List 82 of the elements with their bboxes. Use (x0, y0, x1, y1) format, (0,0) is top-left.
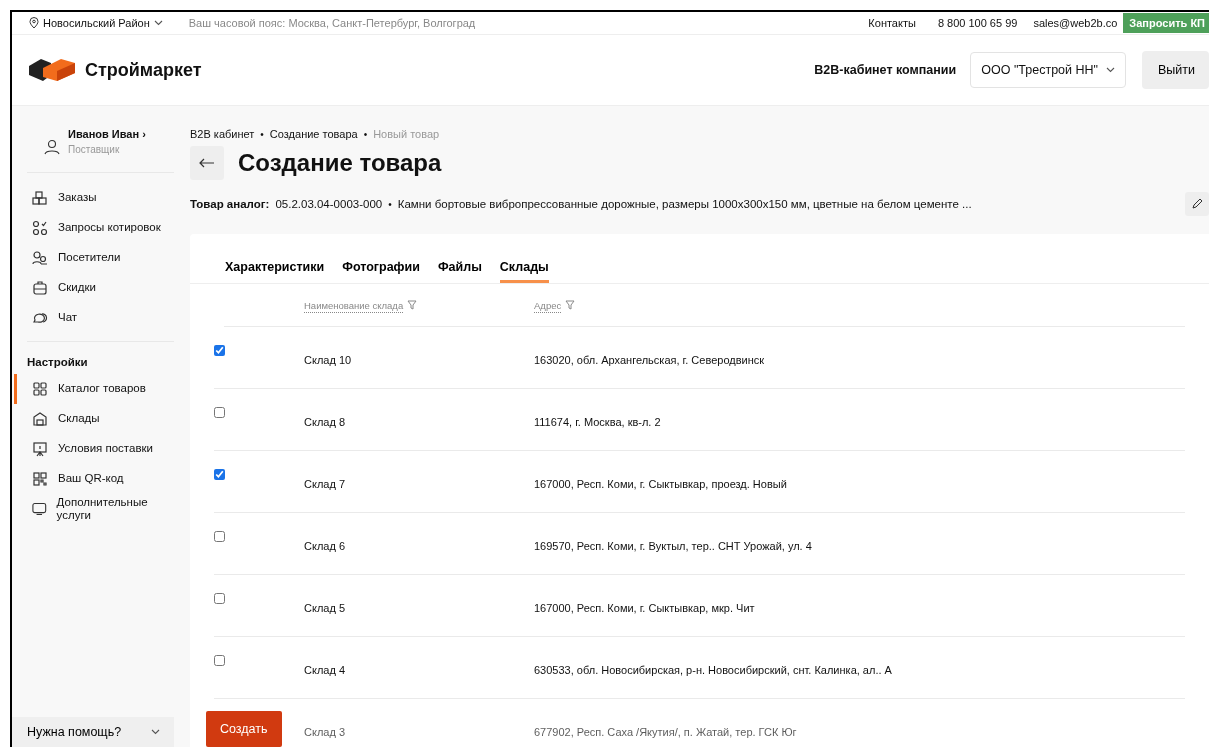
contacts-link[interactable]: Контакты (868, 17, 916, 29)
analog-name: Камни бортовые вибропрессованные дорожные, размеры 1000х300х150 мм, цветные на белом цементе ... (397, 198, 972, 210)
column-header[interactable]: Наименование склада (304, 299, 534, 311)
row-checkbox[interactable] (214, 593, 225, 604)
back-button[interactable] (190, 146, 224, 180)
sidebar-item[interactable]: Склады (14, 404, 174, 434)
filter-icon (407, 300, 418, 310)
warehouse-address: 167000, Респ. Коми, г. Сыктывкар, мкр. Чит (534, 600, 756, 614)
warehouse-name: Склад 6 (304, 538, 346, 552)
pencil-icon (1191, 198, 1203, 210)
settings-heading: Настройки (26, 355, 89, 370)
sidebar-item[interactable]: Дополнительные услуги (14, 494, 174, 524)
row-checkbox[interactable] (214, 469, 225, 480)
company-select[interactable]: ООО "Трестрой НН" (970, 52, 1126, 88)
warehouse-icon (32, 411, 48, 427)
sidebar-item[interactable]: Заказы (14, 183, 174, 213)
warehouse-name: Склад 4 (304, 662, 346, 676)
sidebar-item[interactable]: Посетители (14, 243, 174, 273)
separator-dot: • (388, 198, 392, 210)
warehouse-address: 630533, обл. Новосибирская, р-н. Новосибирский, снт. Калинка, ал.. А (534, 662, 893, 676)
tab[interactable]: Характеристики (225, 260, 325, 283)
user-name[interactable]: Иванов Иван › (68, 128, 146, 140)
sidebar-item[interactable]: Чат (14, 303, 174, 333)
warehouse-address: 111674, г. Москва, кв-л. 2 (534, 414, 662, 428)
sidebar-item[interactable]: Скидки (14, 273, 174, 303)
people-icon (32, 250, 48, 266)
chevron-down-icon (151, 729, 160, 735)
breadcrumb-link[interactable]: Создание товара (269, 128, 358, 140)
row-checkbox[interactable] (214, 531, 225, 542)
monitor-icon (32, 501, 47, 517)
warehouse-address: 163020, обл. Архангельская, г. Северодвинск (534, 352, 766, 366)
grid-icon (32, 381, 48, 397)
warehouse-name: Склад 3 (304, 724, 346, 738)
page-title: Создание товара (238, 149, 442, 177)
phone-number: 8 800 100 65 99 (937, 17, 1018, 29)
region-name: Новосильский Район (43, 17, 150, 29)
filter-icon (565, 300, 576, 310)
chat-icon (32, 310, 48, 326)
analog-code: 05.2.03.04-0003-000 (275, 198, 383, 210)
logout-button[interactable]: Выйти (1142, 51, 1209, 89)
column-header[interactable]: Адрес (534, 299, 1185, 311)
warehouse-name: Склад 5 (304, 600, 346, 614)
warehouse-name: Склад 10 (304, 352, 353, 366)
qr-code-icon (32, 471, 48, 487)
circles-check-icon (32, 220, 48, 236)
help-dropdown[interactable]: Нужна помощь? (12, 717, 174, 747)
sidebar-item[interactable]: Каталог товаров (14, 374, 174, 404)
create-button[interactable]: Создать (206, 711, 282, 747)
back-arrow-icon (199, 158, 215, 168)
timezone-text: Ваш часовой пояс: Москва, Санкт-Петербург, Волгоград (188, 17, 476, 29)
analog-label: Товар аналог: (190, 198, 270, 210)
row-checkbox[interactable] (214, 407, 225, 418)
breadcrumb-separator: • (363, 128, 368, 140)
tab[interactable]: Фотографии (342, 260, 420, 283)
row-checkbox[interactable] (214, 655, 225, 666)
row-checkbox[interactable] (214, 345, 225, 356)
warehouse-name: Склад 8 (304, 414, 346, 428)
tab[interactable]: Склады (499, 260, 549, 283)
cabinet-label: B2B-кабинет компании (814, 63, 957, 77)
sidebar-item[interactable]: Условия поставки (14, 434, 174, 464)
logo-icon (29, 57, 75, 83)
user-role: Поставщик (68, 144, 121, 155)
email-link[interactable]: sales@web2b.co (1033, 17, 1118, 29)
briefcase-icon (32, 280, 48, 296)
tab[interactable]: Файлы (437, 260, 482, 283)
breadcrumb-separator: • (260, 128, 264, 140)
warehouse-address: 677902, Респ. Саха /Якутия/, п. Жатай, тер. ГСК Юг (534, 724, 798, 738)
chevron-down-icon (153, 20, 163, 26)
region-selector[interactable]: Новосильский Район (29, 17, 163, 29)
breadcrumb-link[interactable]: B2B кабинет (190, 128, 255, 140)
sidebar-item[interactable]: Запросы котировок (14, 213, 174, 243)
chevron-down-icon (1106, 67, 1115, 73)
logo-text: Строймаркет (85, 59, 202, 81)
warehouse-name: Склад 7 (304, 476, 346, 490)
warehouse-address: 167000, Респ. Коми, г. Сыктывкар, проезд. Новый (534, 476, 788, 490)
sidebar-item[interactable]: Ваш QR-код (14, 464, 174, 494)
user-icon (44, 138, 60, 156)
location-pin-icon (29, 17, 39, 29)
board-icon (32, 441, 48, 457)
edit-button[interactable] (1185, 192, 1209, 216)
boxes-icon (32, 190, 48, 206)
warehouse-address: 169570, Респ. Коми, г. Вуктыл, тер.. СНТ Урожай, ул. 4 (534, 538, 813, 552)
